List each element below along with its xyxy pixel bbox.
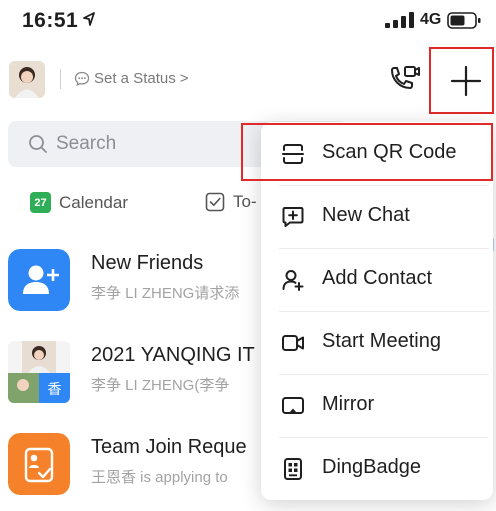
menu-item-mirror[interactable]: Mirror — [261, 374, 493, 437]
menu-item-label: Add Contact — [322, 267, 433, 289]
shortcut-calendar-label: Calendar — [59, 192, 128, 212]
menu-item-label: DingBadge — [322, 456, 421, 478]
set-status-button[interactable]: Set a Status > — [74, 70, 188, 87]
list-item-subtitle: 李争 LI ZHENG请求添 — [91, 285, 240, 302]
menu-item-label: New Chat — [322, 204, 410, 226]
header-divider — [60, 69, 61, 89]
menu-item-dingbadge[interactable]: DingBadge — [261, 437, 493, 500]
list-item-subtitle: 李争 LI ZHENG(李争 — [91, 377, 230, 394]
new-chat-icon — [282, 207, 304, 227]
menu-item-label: Start Meeting — [322, 330, 441, 352]
status-time: 16:51 — [22, 9, 79, 32]
location-arrow-icon — [83, 12, 95, 26]
shortcut-calendar[interactable]: 27 Calendar — [30, 192, 128, 213]
scan-icon — [282, 144, 304, 164]
list-item-title: Team Join Reque — [91, 436, 247, 458]
video-call-icon[interactable] — [388, 64, 422, 96]
add-contact-icon — [282, 270, 304, 291]
my-avatar[interactable] — [9, 61, 45, 98]
chat-bubble-icon — [74, 71, 90, 86]
plus-dropdown-menu: Scan QR Code New Chat Add Contact Start … — [261, 122, 493, 500]
menu-item-label: Scan QR Code — [322, 141, 457, 163]
menu-item-label: Mirror — [322, 393, 375, 415]
screen-mirror-icon — [282, 397, 304, 414]
list-item-title: 2021 YANQING IT — [91, 344, 255, 366]
checkbox-icon — [205, 192, 225, 212]
menu-item-add-contact[interactable]: Add Contact — [261, 248, 493, 311]
badge-qr-icon — [284, 458, 302, 480]
shortcut-todo[interactable]: To- — [205, 192, 257, 212]
shortcut-todo-label: To- — [233, 192, 257, 211]
avatar-photo-icon — [9, 61, 45, 98]
add-friend-icon — [8, 249, 70, 311]
list-item-subtitle: 王恩香 is applying to — [91, 469, 228, 486]
chevron-right-icon: > — [179, 70, 189, 87]
menu-item-scan-qr-code[interactable]: Scan QR Code — [261, 122, 493, 185]
search-placeholder: Search — [56, 133, 117, 154]
menu-item-start-meeting[interactable]: Start Meeting — [261, 311, 493, 374]
video-camera-icon — [282, 335, 304, 351]
search-icon — [29, 135, 47, 153]
group-avatar-badge: 香 — [48, 382, 62, 398]
status-bar: 16:51 4G — [0, 0, 496, 42]
group-avatar-icon: 香 — [8, 341, 70, 403]
list-item-title: New Friends — [91, 252, 204, 274]
battery-icon — [447, 12, 481, 29]
network-type: 4G — [420, 11, 442, 28]
cellular-signal-icon — [385, 12, 414, 28]
plus-icon[interactable] — [445, 60, 487, 102]
calendar-icon: 27 — [30, 192, 51, 213]
set-status-label: Set a Status — [94, 70, 176, 87]
team-request-icon — [8, 433, 70, 495]
menu-item-new-chat[interactable]: New Chat — [261, 185, 493, 248]
